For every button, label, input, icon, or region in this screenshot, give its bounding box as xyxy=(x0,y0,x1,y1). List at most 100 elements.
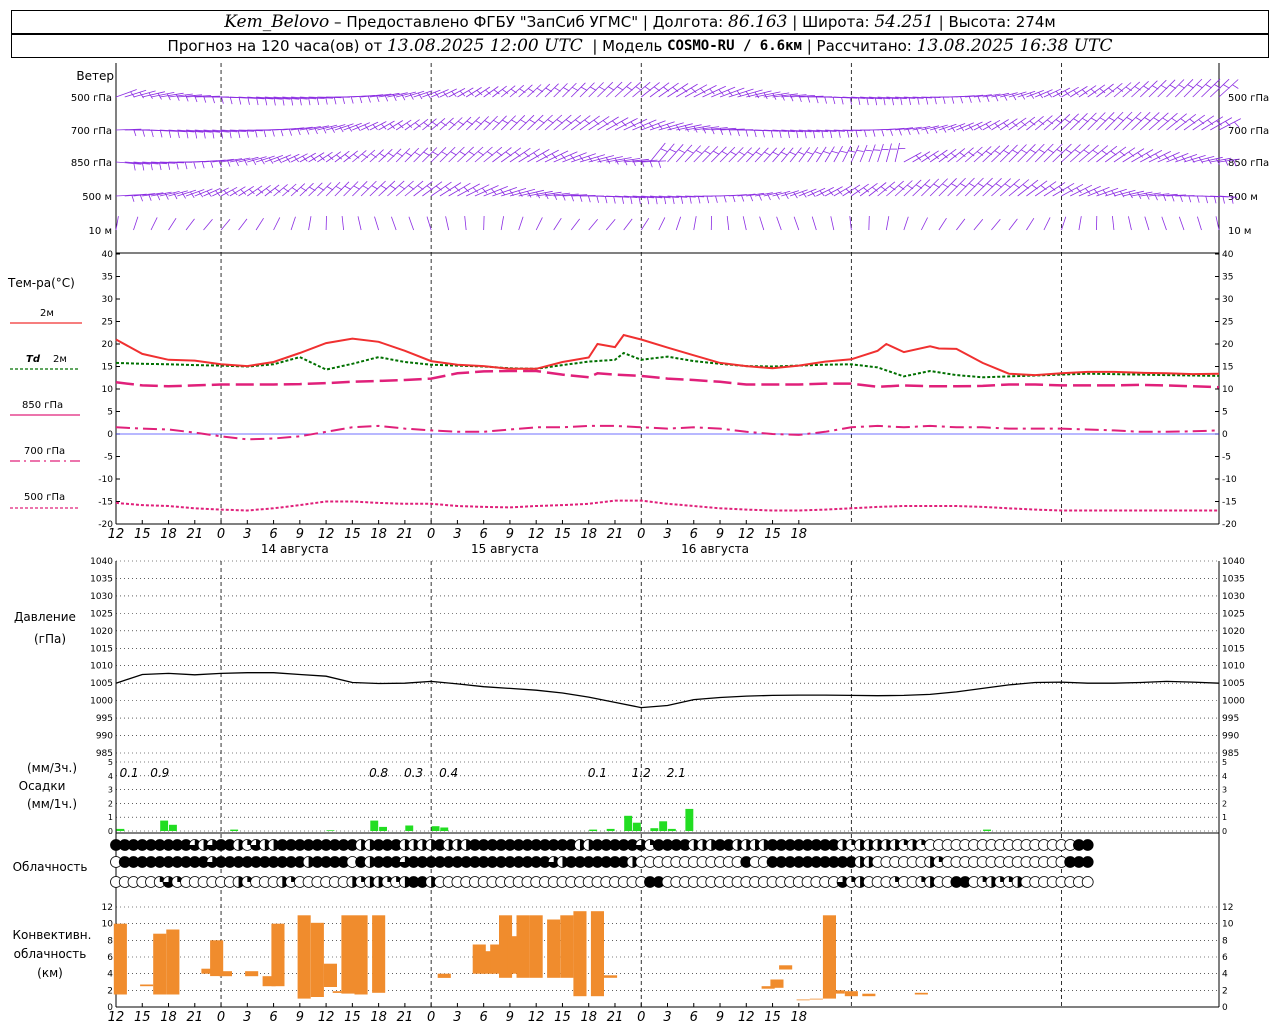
conv-bar xyxy=(210,940,224,977)
wind-barb-feather xyxy=(787,131,790,139)
pressure-ytick-label: 995 xyxy=(96,714,113,724)
wind-barb-feather xyxy=(669,148,677,153)
wind-barb-feather xyxy=(353,153,360,159)
precip-ytick-label-right: 2 xyxy=(1222,799,1227,808)
wind-barb xyxy=(894,180,913,197)
wind-level-label-right: 10 м xyxy=(1228,226,1251,237)
temp-ytick-label-right: 40 xyxy=(1222,250,1234,260)
conv-time-tick-label: 18 xyxy=(580,1010,597,1024)
wind-barb-feather xyxy=(1207,119,1214,126)
temp-time-tick-label: 18 xyxy=(370,527,387,542)
wind-barb xyxy=(445,216,450,231)
wind-barb xyxy=(203,218,213,231)
wind-barb xyxy=(702,146,719,163)
wind-barb-feather xyxy=(263,130,267,138)
wind-barb-feather xyxy=(723,195,727,203)
wind-barb xyxy=(675,216,682,231)
wind-barb-feather xyxy=(1188,195,1192,203)
wind-barb xyxy=(518,84,533,98)
wind-barb-feather xyxy=(770,130,774,138)
temp-ytick-label: -10 xyxy=(98,475,113,485)
conv-ytick-label-right: 4 xyxy=(1222,970,1228,980)
wind-barb-feather xyxy=(229,131,232,139)
wind-barb xyxy=(1069,113,1088,131)
wind-barb-feather xyxy=(1144,117,1151,122)
wind-barb-feather xyxy=(995,183,1003,188)
wind-barb-feather xyxy=(238,131,241,139)
wind-barb-feather xyxy=(660,148,668,152)
conv-bar xyxy=(590,911,604,997)
conv-bar xyxy=(166,929,180,995)
wind-level-label-right: 500 гПа xyxy=(1228,93,1269,104)
wind-barb xyxy=(1052,182,1075,197)
wind-barb xyxy=(824,146,835,163)
wind-barb xyxy=(369,121,387,131)
wind-barb xyxy=(325,181,341,197)
wind-barb xyxy=(606,117,629,131)
conv-time-tick-label: 9 xyxy=(716,1010,724,1024)
wind-barb xyxy=(754,147,769,163)
wind-barb-feather xyxy=(325,97,328,105)
wind-barb-feather xyxy=(459,151,466,156)
conv-bar xyxy=(113,923,127,995)
conv-bar xyxy=(323,963,337,987)
wind-barb xyxy=(544,83,559,98)
wind-barb-feather xyxy=(1207,157,1212,165)
wind-barb xyxy=(448,88,466,98)
wind-barb xyxy=(811,216,817,231)
temp-time-tick-label: 6 xyxy=(480,527,488,542)
wind-barb-feather xyxy=(942,126,947,133)
wind-barb-feather xyxy=(536,191,541,199)
precip-ytick-label: 0 xyxy=(108,827,113,836)
wind-barb xyxy=(842,145,852,163)
wind-barb xyxy=(474,146,493,163)
wind-barb-feather xyxy=(342,96,345,105)
wind-barb-feather xyxy=(417,92,423,100)
wind-barb xyxy=(1043,114,1062,131)
wind-barb xyxy=(1157,152,1180,163)
wind-barb-feather xyxy=(1223,84,1230,89)
wind-barb-feather xyxy=(201,161,205,169)
wind-barb xyxy=(1078,112,1097,131)
wind-barb xyxy=(124,89,147,98)
wind-barb xyxy=(212,187,229,197)
wind-barb xyxy=(1183,78,1203,98)
wind-barb xyxy=(1148,151,1171,163)
wind-barb xyxy=(1008,218,1018,231)
wind-barb-feather xyxy=(142,129,145,137)
conv-time-tick-label: 6 xyxy=(480,1010,488,1024)
conv-bar xyxy=(831,990,845,994)
wind-barb-feather xyxy=(1117,117,1124,122)
wind-barb xyxy=(352,150,367,163)
wind-barb-feather xyxy=(212,96,215,104)
wind-barb-feather xyxy=(704,150,711,155)
wind-barb xyxy=(973,120,992,131)
wind-barb-feather xyxy=(380,185,388,190)
wind-barb-feather xyxy=(344,154,351,160)
wind-barb-feather xyxy=(968,95,972,103)
wind-barb xyxy=(894,142,900,163)
wind-barb xyxy=(1148,112,1169,131)
wind-barb-feather xyxy=(268,157,274,164)
conv-ytick-label-right: 10 xyxy=(1222,920,1234,930)
wind-barb-feather xyxy=(755,151,763,156)
wind-barb-feather xyxy=(1205,84,1212,89)
temp-time-tick-label: 12 xyxy=(528,527,545,542)
wind-barb-feather xyxy=(150,163,153,171)
precip-bar xyxy=(160,820,169,831)
wind-barb-feather xyxy=(1178,84,1185,89)
temp-ytick-label-right: 10 xyxy=(1222,385,1234,395)
conv-time-tick-label: 12 xyxy=(528,1010,545,1024)
wind-barb xyxy=(220,186,238,197)
wind-barb-feather xyxy=(942,96,946,105)
wind-barb-feather xyxy=(1021,149,1028,154)
conv-time-tick-label: 0 xyxy=(217,1010,225,1024)
legend-t850-label: 850 гПа xyxy=(22,400,63,411)
wind-barb-feather xyxy=(977,183,985,188)
conv-time-tick-label: 3 xyxy=(453,1010,461,1024)
wind-barb xyxy=(553,114,572,131)
wind-barb-feather xyxy=(934,97,937,105)
temp-ytick-label-right: -5 xyxy=(1222,453,1231,463)
precip-bar xyxy=(116,828,125,831)
wind-barb-feather xyxy=(1128,191,1133,199)
